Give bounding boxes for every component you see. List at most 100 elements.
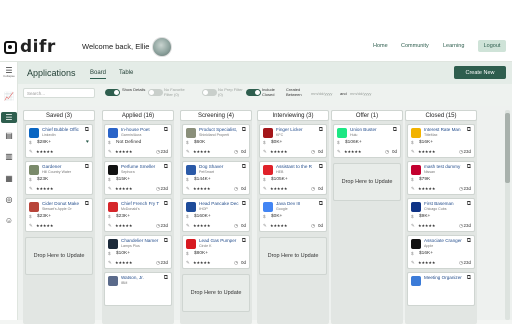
drop-zone[interactable]: Drop Here to Update [182, 274, 250, 312]
card-rating-stars[interactable]: ★★★★★ [418, 149, 436, 154]
card-rating-stars[interactable]: ★★★★★ [418, 260, 436, 265]
notes-icon[interactable]: ✎ [411, 260, 415, 266]
open-link-icon[interactable]: ⧉ [85, 127, 89, 134]
notes-icon[interactable]: ✎ [108, 149, 112, 155]
card-job-title[interactable]: Meeting Organizer [424, 275, 464, 280]
open-link-icon[interactable]: ⧉ [319, 127, 323, 134]
card-rating-stars[interactable]: ★★★★★ [193, 260, 211, 265]
open-link-icon[interactable]: ⧉ [242, 127, 246, 134]
application-card[interactable]: Chief Bubble Offic LinkedIn ⧉ $ $28K+ ✎ ★★★★★ ♥ [25, 124, 93, 158]
card-rating-stars[interactable]: ★★★★★ [193, 186, 211, 191]
open-link-icon[interactable]: ⧉ [85, 164, 89, 171]
card-job-title[interactable]: In-house Poet [121, 127, 161, 132]
notes-icon[interactable]: ✎ [186, 149, 190, 155]
open-link-icon[interactable]: ⧉ [467, 201, 471, 208]
application-card[interactable]: Cider Donut Make Stewart's Apple Or ⧉ $ $23K… [25, 198, 93, 232]
card-rating-stars[interactable]: ★★★★★ [115, 186, 133, 191]
card-job-title[interactable]: Chandelier Namer [121, 238, 161, 243]
card-rating-stars[interactable]: ★★★★★ [418, 223, 436, 228]
notes-icon[interactable]: ✎ [186, 223, 190, 229]
open-link-icon[interactable]: ⧉ [467, 164, 471, 171]
notes-icon[interactable]: ✎ [263, 186, 267, 192]
card-job-title[interactable]: Chief French Fry T [121, 201, 161, 206]
open-link-icon[interactable]: ⧉ [467, 275, 471, 282]
calendar-icon[interactable]: ▦ [3, 173, 15, 184]
application-card[interactable]: Gardener Hill Country Water ⧉ $ $23K ✎ ★★★★★ [25, 161, 93, 195]
card-job-title[interactable]: Java Dev III [276, 201, 316, 206]
card-rating-stars[interactable]: ★★★★★ [418, 186, 436, 191]
application-card[interactable]: Interest Rate Man TitleMax ⧉ $ $16K+ ✎ ★★★★★ ◷ 2… [407, 124, 475, 158]
card-job-title[interactable]: Assistant to the R [276, 164, 316, 169]
create-new-button[interactable]: Create New [454, 66, 506, 79]
open-link-icon[interactable]: ⧉ [242, 201, 246, 208]
notes-icon[interactable]: ✎ [29, 223, 33, 229]
card-rating-stars[interactable]: ★★★★★ [270, 149, 288, 154]
notes-icon[interactable]: ✎ [108, 260, 112, 266]
card-rating-stars[interactable]: ★★★★★ [270, 186, 288, 191]
notes-icon[interactable]: ✎ [108, 223, 112, 229]
card-job-title[interactable]: Watson, Jr. [121, 275, 161, 280]
notes-icon[interactable]: ✎ [337, 149, 341, 155]
open-link-icon[interactable]: ⧉ [164, 164, 168, 171]
target-icon[interactable]: ◎ [3, 194, 15, 205]
card-job-title[interactable]: First Baseman [424, 201, 464, 206]
people-icon[interactable]: ☺ [3, 215, 15, 226]
application-card[interactable]: Meeting Organizer ⧉ [407, 272, 475, 306]
chart-icon[interactable]: 📈 [3, 91, 15, 102]
logout-button[interactable]: Logout [478, 40, 506, 52]
notes-icon[interactable]: ✎ [411, 149, 415, 155]
card-rating-stars[interactable]: ★★★★★ [115, 223, 133, 228]
card-rating-stars[interactable]: ★★★★★ [193, 149, 211, 154]
card-rating-stars[interactable]: ★★★★★ [36, 186, 54, 191]
card-job-title[interactable]: mash test dummy [424, 164, 464, 169]
open-link-icon[interactable]: ⧉ [164, 201, 168, 208]
card-job-title[interactable]: Dog Shaver [199, 164, 239, 169]
nav-learning[interactable]: Learning [443, 43, 464, 49]
date-from-input[interactable]: mm/dd/yyyy [311, 91, 332, 96]
open-link-icon[interactable]: ⧉ [242, 164, 246, 171]
application-card[interactable]: Perfume Smeller Sephora ⧉ $ $15K+ ✎ ★★★★★ ◷ 23d [104, 161, 172, 195]
open-link-icon[interactable]: ⧉ [164, 275, 168, 282]
application-card[interactable]: Chief French Fry T McDonald's ⧉ $ $23K+ ✎ ★★★★… [104, 198, 172, 232]
open-link-icon[interactable]: ⧉ [242, 238, 246, 245]
card-job-title[interactable]: Finger Licker [276, 127, 316, 132]
application-card[interactable]: Dog Shaver PetSmart ⧉ $ $144K+ ✎ ★★★★★ ◷ 0d [182, 161, 250, 195]
open-link-icon[interactable]: ⧉ [467, 127, 471, 134]
card-job-title[interactable]: Interest Rate Man [424, 127, 464, 132]
notebook-icon[interactable]: ▥ [3, 151, 15, 162]
card-rating-stars[interactable]: ★★★★★ [115, 260, 133, 265]
card-job-title[interactable]: Lead Gas Pumper [199, 238, 239, 243]
search-input[interactable]: Search... [23, 88, 95, 98]
notes-icon[interactable]: ✎ [186, 186, 190, 192]
notes-icon[interactable]: ✎ [29, 149, 33, 155]
notes-icon[interactable]: ✎ [186, 260, 190, 266]
tab-board[interactable]: Board [90, 70, 107, 79]
open-link-icon[interactable]: ⧉ [164, 238, 168, 245]
application-card[interactable]: In-house Poet Garmin/Aura ⧉ $ Not Defined ✎ ★★… [104, 124, 172, 158]
card-rating-stars[interactable]: ★★★★★ [115, 149, 133, 154]
application-card[interactable]: First Baseman Chicago Cubs ⧉ $ $9K+ ✎ ★★★★★ ◷ 23… [407, 198, 475, 232]
application-card[interactable]: Assistant to the R HEB ⧉ $ $105K+ ✎ ★★★★★ ◷ 0d [259, 161, 327, 195]
application-card[interactable]: Chandelier Namer Lamps Plus ⧉ $ $10K+ ✎ ★★★★★ ◷… [104, 235, 172, 269]
nav-home[interactable]: Home [373, 43, 388, 49]
board-scroll-thumb[interactable] [505, 113, 510, 183]
list-icon[interactable]: ☰ [1, 112, 17, 123]
application-card[interactable]: Head Pancake Dec IHOP ⧉ $ $160K+ ✎ ★★★★★ ◷ 0d [182, 198, 250, 232]
card-job-title[interactable]: Chief Bubble Offic [42, 127, 82, 132]
application-card[interactable]: Finger Licker KFC ⧉ $ $0K+ ✎ ★★★★★ ◷ 0d [259, 124, 327, 158]
notes-icon[interactable]: ✎ [29, 186, 33, 192]
favorite-filter-toggle[interactable] [148, 89, 163, 96]
nav-community[interactable]: Community [401, 43, 429, 49]
notes-icon[interactable]: ✎ [263, 223, 267, 229]
card-rating-stars[interactable]: ★★★★★ [36, 149, 54, 154]
drop-zone[interactable]: Drop Here to Update [25, 237, 93, 275]
card-job-title[interactable]: Product Specialist, [199, 127, 239, 132]
card-job-title[interactable]: Cider Donut Make [42, 201, 82, 206]
card-job-title[interactable]: Union Buster [350, 127, 390, 132]
open-link-icon[interactable]: ⧉ [319, 201, 323, 208]
document-icon[interactable]: ▤ [3, 130, 15, 141]
application-card[interactable]: Associate Cranger Apple ⧉ $ $16K+ ✎ ★★★★★ ◷ 23d [407, 235, 475, 269]
application-card[interactable]: Lead Gas Pumper Circle K ⧉ $ $80K+ ✎ ★★★★★ ◷ 0d [182, 235, 250, 269]
include-closed-toggle[interactable] [246, 89, 261, 96]
card-rating-stars[interactable]: ★★★★★ [270, 223, 288, 228]
